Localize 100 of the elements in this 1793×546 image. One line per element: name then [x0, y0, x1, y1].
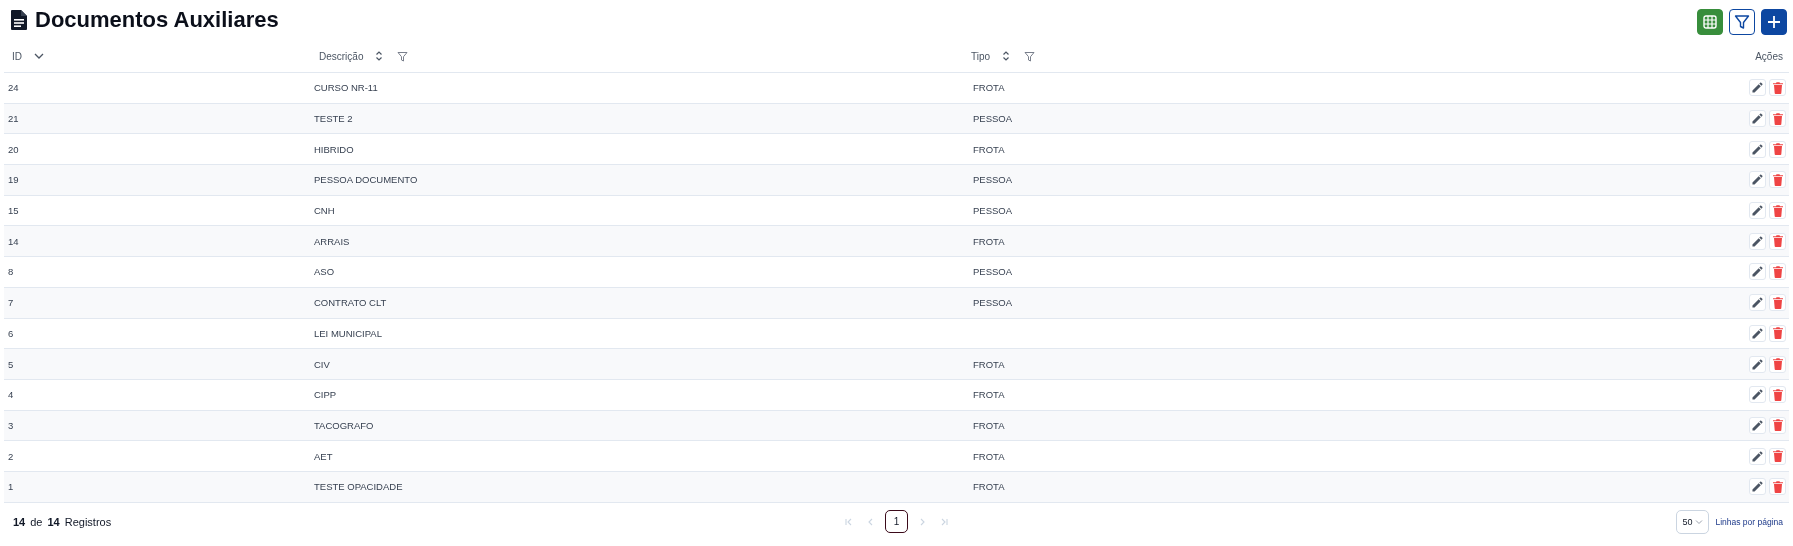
table-cell: 1: [8, 481, 14, 493]
page-title: Documentos Auxiliares: [35, 7, 279, 33]
table-cell: 24: [8, 82, 19, 94]
table-cell: CIV: [314, 358, 330, 370]
column-header[interactable]: Ações: [1755, 50, 1783, 62]
delete-button[interactable]: [1769, 416, 1786, 434]
pencil-icon: [1752, 389, 1763, 401]
table-cell: FROTA: [973, 419, 1005, 431]
table-cell: CONTRATO CLT: [314, 297, 387, 309]
trash-icon: [1772, 173, 1783, 186]
table-cell: 6: [8, 327, 14, 339]
edit-button[interactable]: [1749, 447, 1766, 465]
delete-button[interactable]: [1769, 79, 1786, 97]
column-header[interactable]: Tipo: [971, 50, 991, 62]
edit-button[interactable]: [1749, 232, 1766, 250]
table-cell: HIBRIDO: [314, 143, 354, 155]
edit-button[interactable]: [1749, 140, 1766, 158]
trash-icon: [1772, 204, 1783, 217]
trash-icon: [1772, 480, 1783, 493]
table-cell: LEI MUNICIPAL: [314, 327, 382, 339]
trash-icon: [1772, 235, 1783, 248]
pencil-icon: [1752, 419, 1763, 431]
delete-button[interactable]: [1769, 386, 1786, 404]
trash-icon: [1772, 143, 1783, 156]
edit-button[interactable]: [1749, 478, 1766, 496]
table-cell: 8: [8, 266, 14, 278]
pencil-icon: [1752, 235, 1763, 247]
last-page-icon: [940, 517, 948, 526]
table-cell: FROTA: [973, 235, 1005, 247]
table-cell: 5: [8, 358, 14, 370]
page-size-select[interactable]: 50: [1676, 509, 1710, 534]
delete-button[interactable]: [1769, 202, 1786, 220]
filter-icon: [1734, 14, 1750, 30]
table-cell: 21: [8, 113, 19, 125]
filter-button[interactable]: [1729, 9, 1755, 35]
chevron-down-icon: [34, 52, 44, 60]
plus-icon: [1767, 15, 1781, 29]
page-button[interactable]: 1: [885, 510, 908, 534]
table-cell: 19: [8, 174, 19, 186]
record-total: 14: [47, 515, 60, 528]
table-cell: FROTA: [973, 358, 1005, 370]
edit-button[interactable]: [1749, 202, 1766, 220]
pencil-icon: [1752, 143, 1763, 155]
pencil-icon: [1752, 266, 1763, 278]
delete-button[interactable]: [1769, 171, 1786, 189]
pencil-icon: [1752, 358, 1763, 370]
delete-button[interactable]: [1769, 324, 1786, 342]
edit-button[interactable]: [1749, 79, 1766, 97]
table-cell: 7: [8, 297, 14, 309]
table-cell: TESTE OPACIDADE: [314, 481, 403, 493]
edit-button[interactable]: [1749, 355, 1766, 373]
record-count: 14: [13, 515, 26, 528]
pencil-icon: [1752, 327, 1763, 339]
table-cell: AET: [314, 450, 333, 462]
table-cell: FROTA: [973, 389, 1005, 401]
column-header[interactable]: Descrição: [319, 50, 364, 62]
edit-button[interactable]: [1749, 263, 1766, 281]
edit-button[interactable]: [1749, 294, 1766, 312]
table-cell: 14: [8, 235, 19, 247]
trash-icon: [1772, 327, 1783, 340]
delete-button[interactable]: [1769, 478, 1786, 496]
edit-button[interactable]: [1749, 171, 1766, 189]
table-cell: CNH: [314, 205, 335, 217]
delete-button[interactable]: [1769, 447, 1786, 465]
edit-button[interactable]: [1749, 110, 1766, 128]
table-cell: ARRAIS: [314, 235, 350, 247]
pencil-icon: [1752, 481, 1763, 493]
table-cell: FROTA: [973, 143, 1005, 155]
table-cell: PESSOA: [973, 266, 1013, 278]
first-page-icon: [845, 517, 853, 526]
table-cell: PESSOA: [973, 174, 1013, 186]
delete-button[interactable]: [1769, 110, 1786, 128]
table-cell: 20: [8, 143, 19, 155]
edit-button[interactable]: [1749, 386, 1766, 404]
delete-button[interactable]: [1769, 232, 1786, 250]
delete-button[interactable]: [1769, 355, 1786, 373]
delete-button[interactable]: [1769, 263, 1786, 281]
table-cell: 2: [8, 450, 14, 462]
count-text: de: [30, 515, 43, 528]
trash-icon: [1772, 450, 1783, 463]
table-cell: CIPP: [314, 389, 337, 401]
edit-button[interactable]: [1749, 324, 1766, 342]
spreadsheet-button[interactable]: [1697, 9, 1723, 35]
next-page-icon: [918, 517, 926, 526]
table-cell: CURSO NR-11: [314, 82, 378, 94]
table-cell: PESSOA: [973, 205, 1013, 217]
add-button[interactable]: [1761, 9, 1787, 35]
table-cell: 4: [8, 389, 14, 401]
trash-icon: [1772, 81, 1783, 94]
count-text: Registros: [64, 515, 112, 528]
delete-button[interactable]: [1769, 294, 1786, 312]
column-header[interactable]: ID: [12, 50, 22, 62]
pencil-icon: [1752, 450, 1763, 462]
trash-icon: [1772, 112, 1783, 125]
delete-button[interactable]: [1769, 140, 1786, 158]
edit-button[interactable]: [1749, 416, 1766, 434]
pencil-icon: [1752, 82, 1763, 94]
table-cell: PESSOA: [973, 297, 1013, 309]
trash-icon: [1772, 265, 1783, 278]
table-cell: TESTE 2: [314, 113, 353, 125]
